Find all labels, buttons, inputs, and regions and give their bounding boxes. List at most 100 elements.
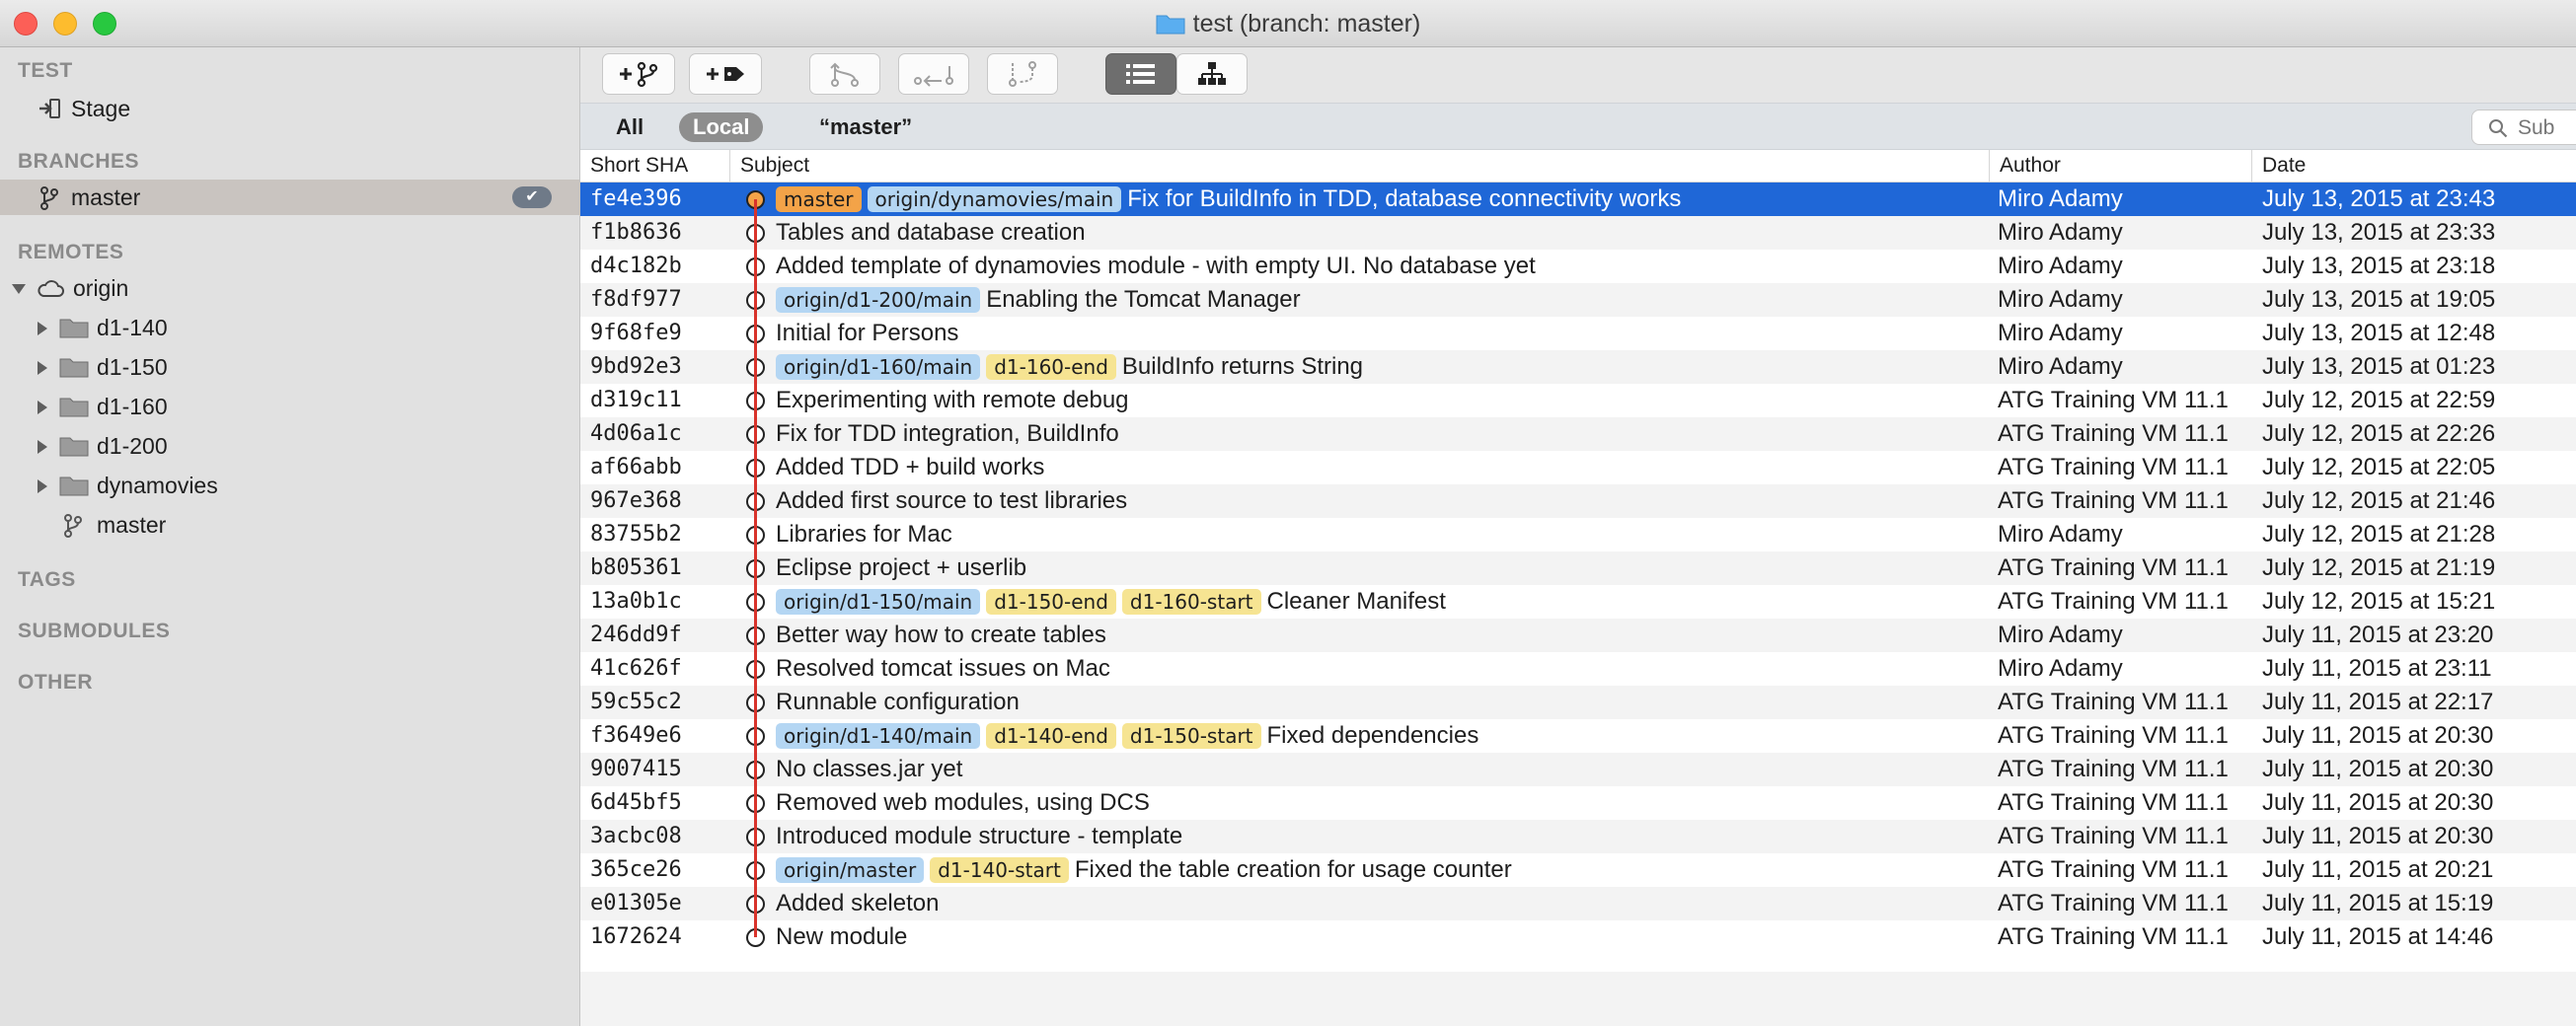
commit-sha: 4d06a1c [590, 421, 682, 446]
graph-branch-line [754, 199, 757, 937]
commit-sha: 246dd9f [590, 623, 682, 647]
commit-subject: Libraries for Mac [776, 521, 952, 548]
rebase-button[interactable] [987, 53, 1058, 95]
sidebar-item-remote-folder[interactable]: d1-140 [0, 310, 579, 345]
commit-date: July 11, 2015 at 22:17 [2262, 689, 2494, 715]
table-row[interactable]: 13a0b1c origin/d1-150/main d1-150-end d1-16… [580, 585, 2576, 619]
table-row[interactable]: 9f68fe9 Initial for Persons Miro Adamy July… [580, 317, 2576, 350]
commit-table: Short SHA Subject Author Date fe4e396 mas… [580, 150, 2576, 1026]
sidebar-item-remote-folder[interactable]: d1-160 [0, 389, 579, 424]
disclosure-closed-icon[interactable] [38, 361, 47, 375]
commit-author: ATG Training VM 11.1 [1998, 420, 2229, 447]
disclosure-closed-icon[interactable] [38, 440, 47, 454]
commit-author: Miro Adamy [1998, 253, 2123, 279]
commit-sha: b805361 [590, 555, 682, 580]
commit-date: July 12, 2015 at 22:05 [2262, 454, 2496, 480]
add-branch-button[interactable] [602, 53, 675, 95]
add-tag-icon [707, 67, 744, 81]
table-row[interactable]: 4d06a1c Fix for TDD integration, BuildInf… [580, 417, 2576, 451]
disclosure-closed-icon[interactable] [38, 479, 47, 493]
table-row[interactable]: 83755b2 Libraries for Mac Miro Adamy July 1… [580, 518, 2576, 551]
sidebar-item-stage[interactable]: Stage [0, 91, 579, 126]
remote-branch-badge[interactable]: origin/d1-150/main [776, 589, 981, 615]
table-row[interactable]: f1b8636 Tables and database creation Miro … [580, 216, 2576, 250]
sidebar-item-remote-folder[interactable]: dynamovies [0, 468, 579, 503]
commit-date: July 13, 2015 at 01:23 [2262, 353, 2496, 380]
search-box[interactable] [2471, 110, 2576, 145]
head-branch-badge[interactable]: master [776, 186, 862, 212]
stash-button[interactable] [898, 53, 969, 95]
remote-branch-badge[interactable]: origin/master [776, 857, 925, 883]
local-branch-badge[interactable]: d1-140-end [986, 723, 1116, 749]
filter-local[interactable]: Local [679, 112, 764, 142]
table-row[interactable]: d4c182b Added template of dynamovies modu… [580, 250, 2576, 283]
commit-subject: Cleaner Manifest [1266, 588, 1446, 615]
disclosure-closed-icon[interactable] [38, 401, 47, 414]
disclosure-closed-icon[interactable] [38, 322, 47, 335]
commit-sha: f1b8636 [590, 220, 682, 245]
disclosure-open-icon[interactable] [12, 284, 26, 294]
cloud-icon [38, 280, 64, 297]
commit-date: July 11, 2015 at 20:30 [2262, 756, 2494, 782]
commit-author: Miro Adamy [1998, 622, 2123, 648]
commit-sha: 59c55c2 [590, 690, 682, 714]
table-row[interactable]: f8df977 origin/d1-200/main Enabling the To… [580, 283, 2576, 317]
sidebar-item-remote-folder[interactable]: d1-200 [0, 428, 579, 464]
table-row[interactable]: 365ce26 origin/master d1-140-start Fixed th… [580, 853, 2576, 887]
table-row[interactable]: b805361 Eclipse project + userlib ATG Trai… [580, 551, 2576, 585]
remote-branch-badge[interactable]: origin/d1-160/main [776, 354, 981, 380]
local-branch-badge[interactable]: d1-160-end [986, 354, 1116, 380]
sidebar-item-remote-folder[interactable]: d1-150 [0, 349, 579, 385]
sidebar-item-remote-origin[interactable]: origin [0, 270, 579, 306]
filter-all[interactable]: All [602, 112, 657, 142]
commit-author: ATG Training VM 11.1 [1998, 554, 2229, 581]
filter-current-branch[interactable]: “master” [805, 112, 926, 142]
commit-date: July 11, 2015 at 23:20 [2262, 622, 2494, 648]
local-branch-badge[interactable]: d1-140-start [930, 857, 1069, 883]
column-header-author[interactable]: Author [1990, 150, 2252, 182]
sidebar-item-branch-master[interactable]: master ✔ [0, 180, 579, 215]
tree-view-button[interactable] [1176, 53, 1248, 95]
local-branch-badge[interactable]: d1-160-start [1121, 589, 1261, 615]
table-row[interactable]: fe4e396 master origin/dynamovies/main Fix f… [580, 183, 2576, 216]
commit-author: Miro Adamy [1998, 185, 2123, 212]
tags-heading[interactable]: TAGS [18, 568, 76, 592]
column-header-date[interactable]: Date [2252, 150, 2576, 182]
local-branch-badge[interactable]: d1-150-end [986, 589, 1116, 615]
table-row[interactable]: 6d45bf5 Removed web modules, using DCS ATG… [580, 786, 2576, 820]
table-row[interactable]: 59c55c2 Runnable configuration ATG Trainin… [580, 686, 2576, 719]
commit-subject: Added skeleton [776, 890, 940, 916]
other-heading[interactable]: OTHER [18, 671, 93, 695]
remote-branch-badge[interactable]: origin/d1-140/main [776, 723, 981, 749]
table-row[interactable]: 3acbc08 Introduced module structure - tem… [580, 820, 2576, 853]
table-row[interactable]: 967e368 Added first source to test librar… [580, 484, 2576, 518]
remote-branch-badge[interactable]: origin/d1-200/main [776, 287, 981, 313]
table-row[interactable]: 9007415 No classes.jar yet ATG Training VM… [580, 753, 2576, 786]
sidebar-item-remote-branch-master[interactable]: master [0, 507, 579, 543]
commit-author: ATG Training VM 11.1 [1998, 487, 2229, 514]
commit-author: ATG Training VM 11.1 [1998, 588, 2229, 615]
checkout-check-icon: ✔ [512, 186, 552, 208]
table-row[interactable]: e01305e Added skeleton ATG Training VM 11.… [580, 887, 2576, 920]
table-row[interactable]: 9bd92e3 origin/d1-160/main d1-160-end Build… [580, 350, 2576, 384]
table-row[interactable]: d319c11 Experimenting with remote debug AT… [580, 384, 2576, 417]
add-tag-button[interactable] [689, 53, 762, 95]
search-input[interactable] [2516, 114, 2576, 142]
table-row[interactable]: af66abb Added TDD + build works ATG Traini… [580, 451, 2576, 484]
sidebar: TEST Stage BRANCHES master ✔ REMOTES ori… [0, 47, 580, 1026]
table-row[interactable]: 1672624 New module ATG Training VM 11.1 Jul… [580, 920, 2576, 954]
list-view-button[interactable] [1105, 53, 1176, 95]
sidebar-item-label: d1-200 [97, 433, 168, 459]
commit-author: Miro Adamy [1998, 521, 2123, 548]
add-branch-icon [620, 61, 658, 88]
merge-button[interactable] [809, 53, 880, 95]
column-header-subject[interactable]: Subject [730, 150, 1990, 182]
local-branch-badge[interactable]: d1-150-start [1121, 723, 1261, 749]
table-row[interactable]: 246dd9f Better way how to create tables Mi… [580, 619, 2576, 652]
stage-icon [39, 99, 60, 118]
table-row[interactable]: f3649e6 origin/d1-140/main d1-140-end d1-15… [580, 719, 2576, 753]
submodules-heading[interactable]: SUBMODULES [18, 620, 170, 643]
remote-branch-badge[interactable]: origin/dynamovies/main [867, 186, 1122, 212]
table-row[interactable]: 41c626f Resolved tomcat issues on Mac Miro… [580, 652, 2576, 686]
column-header-sha[interactable]: Short SHA [580, 150, 730, 182]
